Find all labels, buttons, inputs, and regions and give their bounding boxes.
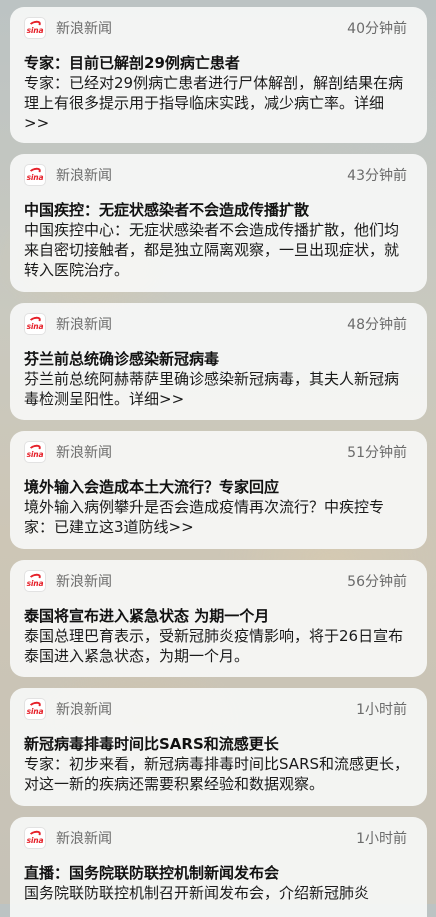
app-name: 新浪新闻 — [56, 702, 112, 718]
sina-logo-icon: sina — [24, 164, 46, 186]
notification-title: 芬兰前总统确诊感染新冠病毒 — [24, 350, 220, 368]
app-name: 新浪新闻 — [56, 831, 112, 847]
notification-time: 1小时前 — [356, 702, 407, 718]
sina-logo-icon: sina — [24, 570, 46, 592]
notification-body: 专家：初步来看，新冠病毒排毒时间比SARS和流感更长，对这一新的疾病还需要积累经… — [24, 755, 410, 793]
notification-header: sina 新浪新闻 40分钟前 — [24, 7, 413, 49]
notification-card[interactable]: sina 新浪新闻 1小时前 直播：国务院联防联控机制新闻发布会 国务院联防联控… — [10, 817, 427, 917]
sina-logo-icon: sina — [24, 441, 46, 463]
notification-time: 56分钟前 — [347, 574, 407, 590]
notification-title: 中国疾控：无症状感染者不会造成传播扩散 — [24, 201, 310, 219]
notification-header: sina 新浪新闻 51分钟前 — [24, 431, 413, 473]
notification-time: 1小时前 — [356, 831, 407, 847]
notification-title: 境外输入会造成本土大流行？专家回应 — [24, 478, 280, 496]
notification-card[interactable]: sina 新浪新闻 1小时前 新冠病毒排毒时间比SARS和流感更长 专家：初步来… — [10, 688, 427, 806]
sina-logo-icon: sina — [24, 17, 46, 39]
notification-header: sina 新浪新闻 43分钟前 — [24, 154, 413, 196]
notification-header: sina 新浪新闻 48分钟前 — [24, 303, 413, 345]
notification-time: 40分钟前 — [347, 21, 407, 37]
notification-body: 专家：已经对29例病亡患者进行尸体解剖，解剖结果在病理上有很多提示用于指导临床实… — [24, 74, 404, 132]
notification-card[interactable]: sina 新浪新闻 48分钟前 芬兰前总统确诊感染新冠病毒 芬兰前总统阿赫蒂萨里… — [10, 303, 427, 420]
notification-title: 泰国将宣布进入紧急状态 为期一个月 — [24, 607, 270, 625]
notification-body: 中国疾控中心：无症状感染者不会造成传播扩散，他们均来自密切接触者，都是独立隔离观… — [24, 221, 400, 279]
notification-header: sina 新浪新闻 1小时前 — [24, 817, 413, 859]
app-name: 新浪新闻 — [56, 168, 112, 184]
notification-body: 境外输入病例攀升是否会造成疫情再次流行？中疾控专家：已建立这3道防线>> — [24, 498, 385, 536]
sina-logo-icon: sina — [24, 698, 46, 720]
notification-header: sina 新浪新闻 1小时前 — [24, 688, 413, 730]
notification-body: 国务院联防联控机制召开新闻发布会，介绍新冠肺炎 — [24, 884, 370, 902]
app-name: 新浪新闻 — [56, 21, 112, 37]
notification-time: 43分钟前 — [347, 168, 407, 184]
sina-logo-icon: sina — [24, 313, 46, 335]
notification-title: 专家：目前已解剖29例病亡患者 — [24, 54, 240, 72]
notification-body: 芬兰前总统阿赫蒂萨里确诊感染新冠病毒，其夫人新冠病毒检测呈阳性。详细>> — [24, 370, 400, 408]
app-name: 新浪新闻 — [56, 574, 112, 590]
notification-time: 51分钟前 — [347, 445, 407, 461]
notification-body: 泰国总理巴育表示，受新冠肺炎疫情影响，将于26日宣布泰国进入紧急状态，为期一个月… — [24, 627, 404, 665]
notification-card[interactable]: sina 新浪新闻 43分钟前 中国疾控：无症状感染者不会造成传播扩散 中国疾控… — [10, 154, 427, 292]
sina-logo-icon: sina — [24, 827, 46, 849]
notification-header: sina 新浪新闻 56分钟前 — [24, 560, 413, 602]
app-name: 新浪新闻 — [56, 445, 112, 461]
notification-time: 48分钟前 — [347, 317, 407, 333]
notification-card[interactable]: sina 新浪新闻 51分钟前 境外输入会造成本土大流行？专家回应 境外输入病例… — [10, 431, 427, 549]
notification-title: 新冠病毒排毒时间比SARS和流感更长 — [24, 735, 279, 753]
app-name: 新浪新闻 — [56, 317, 112, 333]
notification-title: 直播：国务院联防联控机制新闻发布会 — [24, 864, 280, 882]
notification-card[interactable]: sina 新浪新闻 56分钟前 泰国将宣布进入紧急状态 为期一个月 泰国总理巴育… — [10, 560, 427, 677]
notification-card[interactable]: sina 新浪新闻 40分钟前 专家：目前已解剖29例病亡患者 专家：已经对29… — [10, 7, 427, 143]
